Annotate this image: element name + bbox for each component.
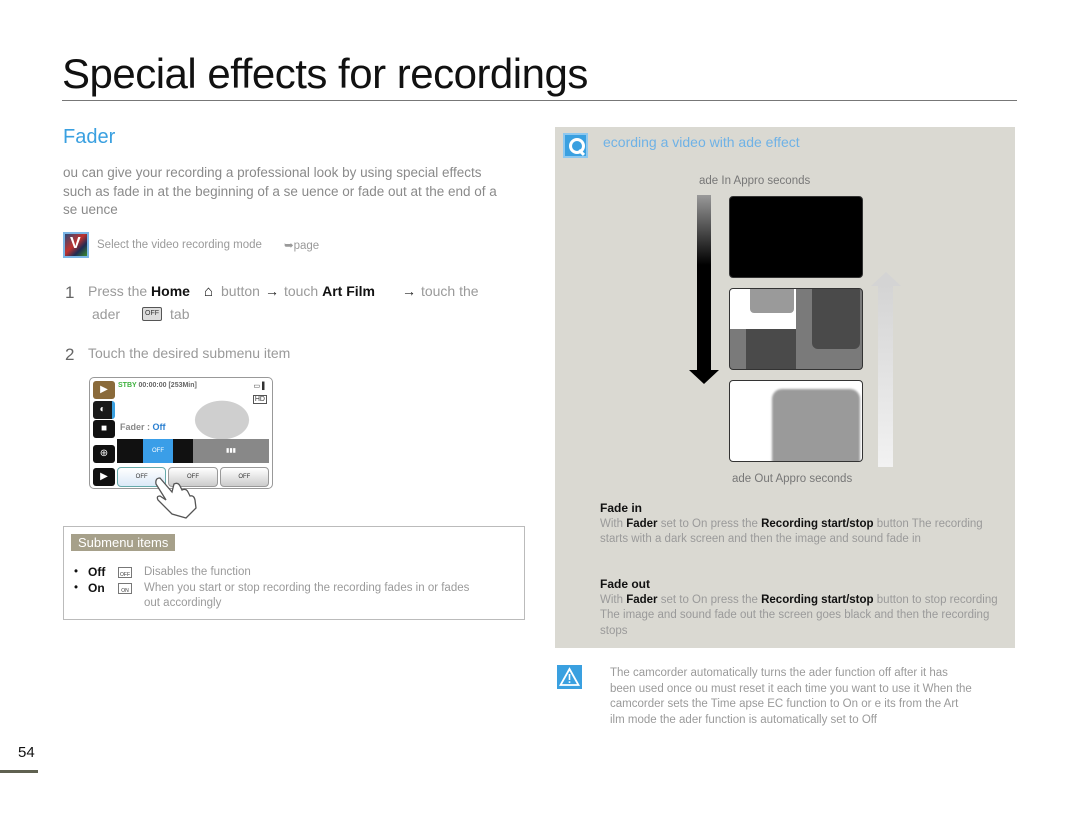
fade-out-caption: ade Out Appro seconds	[732, 473, 853, 485]
art-film-label: Art Film	[322, 283, 375, 299]
fade-out-title: Fade out	[600, 577, 650, 591]
mode-button[interactable]: ▶	[93, 381, 115, 399]
standby-status: STBY	[118, 382, 137, 389]
fade-in-title: Fade in	[600, 501, 643, 515]
submenu-label: Submenu items	[71, 534, 176, 551]
fader-on-icon: ON	[118, 583, 132, 594]
frame-black	[729, 196, 863, 278]
page-title: Special effects for recordings	[62, 50, 588, 97]
step-2: 2 Touch the desired submenu item	[65, 345, 290, 365]
section-title: Fader	[63, 126, 116, 148]
step-text: button	[221, 283, 260, 299]
caution-note: The camcorder automatically turns the ad…	[610, 667, 972, 726]
title-divider	[62, 100, 1017, 101]
item-name: On	[88, 581, 105, 595]
step-1-continued: ader OFF tab	[92, 306, 190, 322]
frame-part	[812, 289, 860, 349]
bullet: •	[74, 566, 79, 578]
status-bar: STBY 00:00:00 [253Min]	[118, 382, 197, 389]
fade-in-description: Fade in With Fader set to On press the R…	[600, 501, 1000, 548]
fader-on-option[interactable]: ▮▮▮	[193, 439, 269, 463]
warning-icon	[557, 665, 582, 689]
recording-button-term: Recording start/stop	[761, 593, 874, 606]
art-film-button[interactable]: ◐	[93, 401, 115, 419]
fader-option-bar: OFF ▮▮▮	[117, 439, 269, 463]
step-text: tab	[170, 306, 190, 322]
item-description: When you start or stop recording the rec…	[144, 582, 470, 609]
page-number-rule	[0, 770, 38, 773]
wind-cut-tab[interactable]: OFF	[219, 467, 269, 487]
frame-partial	[729, 288, 863, 370]
fade-out-arrow	[878, 284, 893, 467]
submenu-item-off: • Off OFF Disables the function	[74, 565, 251, 580]
fader-tab-icon: OFF	[142, 307, 163, 321]
fader-term: Fader	[626, 517, 658, 530]
home-label: Home	[151, 283, 190, 299]
touch-hand-icon	[155, 477, 197, 519]
bullet: •	[74, 582, 79, 594]
submenu-box: Submenu items • Off OFF Disables the fun…	[63, 526, 525, 620]
prerequisite-text: Select the video recording mode	[97, 239, 262, 251]
text: With	[600, 593, 623, 606]
search-icon	[563, 133, 588, 158]
fader-label: Fader :	[120, 422, 151, 432]
arrow-right-icon: →	[401, 283, 416, 299]
step-text: touch the	[420, 283, 479, 299]
home-icon: ⌂	[203, 283, 213, 300]
item-description: Disables the function	[144, 566, 251, 578]
fade-in-arrow	[697, 195, 711, 370]
playback-icon[interactable]: ▶	[93, 468, 115, 486]
item-name: Off	[88, 565, 106, 579]
prerequisite-note: Select the video recording mode ➥page	[63, 232, 319, 258]
fader-setting: Fader : Off	[120, 422, 166, 432]
text: With	[600, 517, 623, 530]
page-reference[interactable]: ➥page	[284, 238, 319, 252]
frame-full-image	[729, 380, 863, 462]
text: set to On press the	[660, 517, 758, 530]
step-text: touch	[283, 283, 319, 299]
battery-icon: ▭ ▌	[253, 383, 267, 390]
panel-heading: ecording a video with ade effect	[603, 134, 800, 150]
video-mode-icon	[63, 232, 89, 258]
step-text: Press the	[88, 283, 148, 299]
submenu-item-on: • On ON When you start or stop recording…	[74, 581, 474, 611]
effect-button[interactable]: ■	[93, 420, 115, 438]
step-text: ader	[92, 306, 121, 322]
hd-badge: HD	[252, 395, 267, 404]
text: set to On press the	[660, 593, 758, 606]
frame-subject	[772, 389, 860, 461]
recording-button-term: Recording start/stop	[761, 517, 874, 530]
step-1: 1 Press the Home ⌂ button → touch Art Fi…	[65, 283, 479, 303]
fade-out-description: Fade out With Fader set to On press the …	[600, 577, 1000, 639]
arrow-down-icon	[689, 370, 719, 384]
page-number: 54	[18, 744, 35, 761]
fader-off-option[interactable]: OFF	[143, 439, 173, 463]
fade-in-caption: ade In Appro seconds	[699, 175, 811, 187]
intro-paragraph: ou can give your recording a professiona…	[63, 165, 497, 217]
fader-term: Fader	[626, 593, 658, 606]
arrow-right-icon: →	[264, 283, 279, 299]
fade-effect-panel: ecording a video with ade effect ade In …	[555, 127, 1015, 648]
step-text: Touch the desired submenu item	[88, 345, 291, 361]
fader-off-icon: OFF	[118, 567, 132, 578]
step-number: 2	[65, 345, 75, 364]
frame-part	[750, 289, 794, 313]
fader-value: Off	[152, 422, 166, 432]
zoom-icon[interactable]: ⊕	[93, 445, 115, 463]
frame-part	[746, 329, 796, 369]
recording-time: 00:00:00 [253Min]	[138, 382, 197, 389]
step-number: 1	[65, 283, 75, 302]
